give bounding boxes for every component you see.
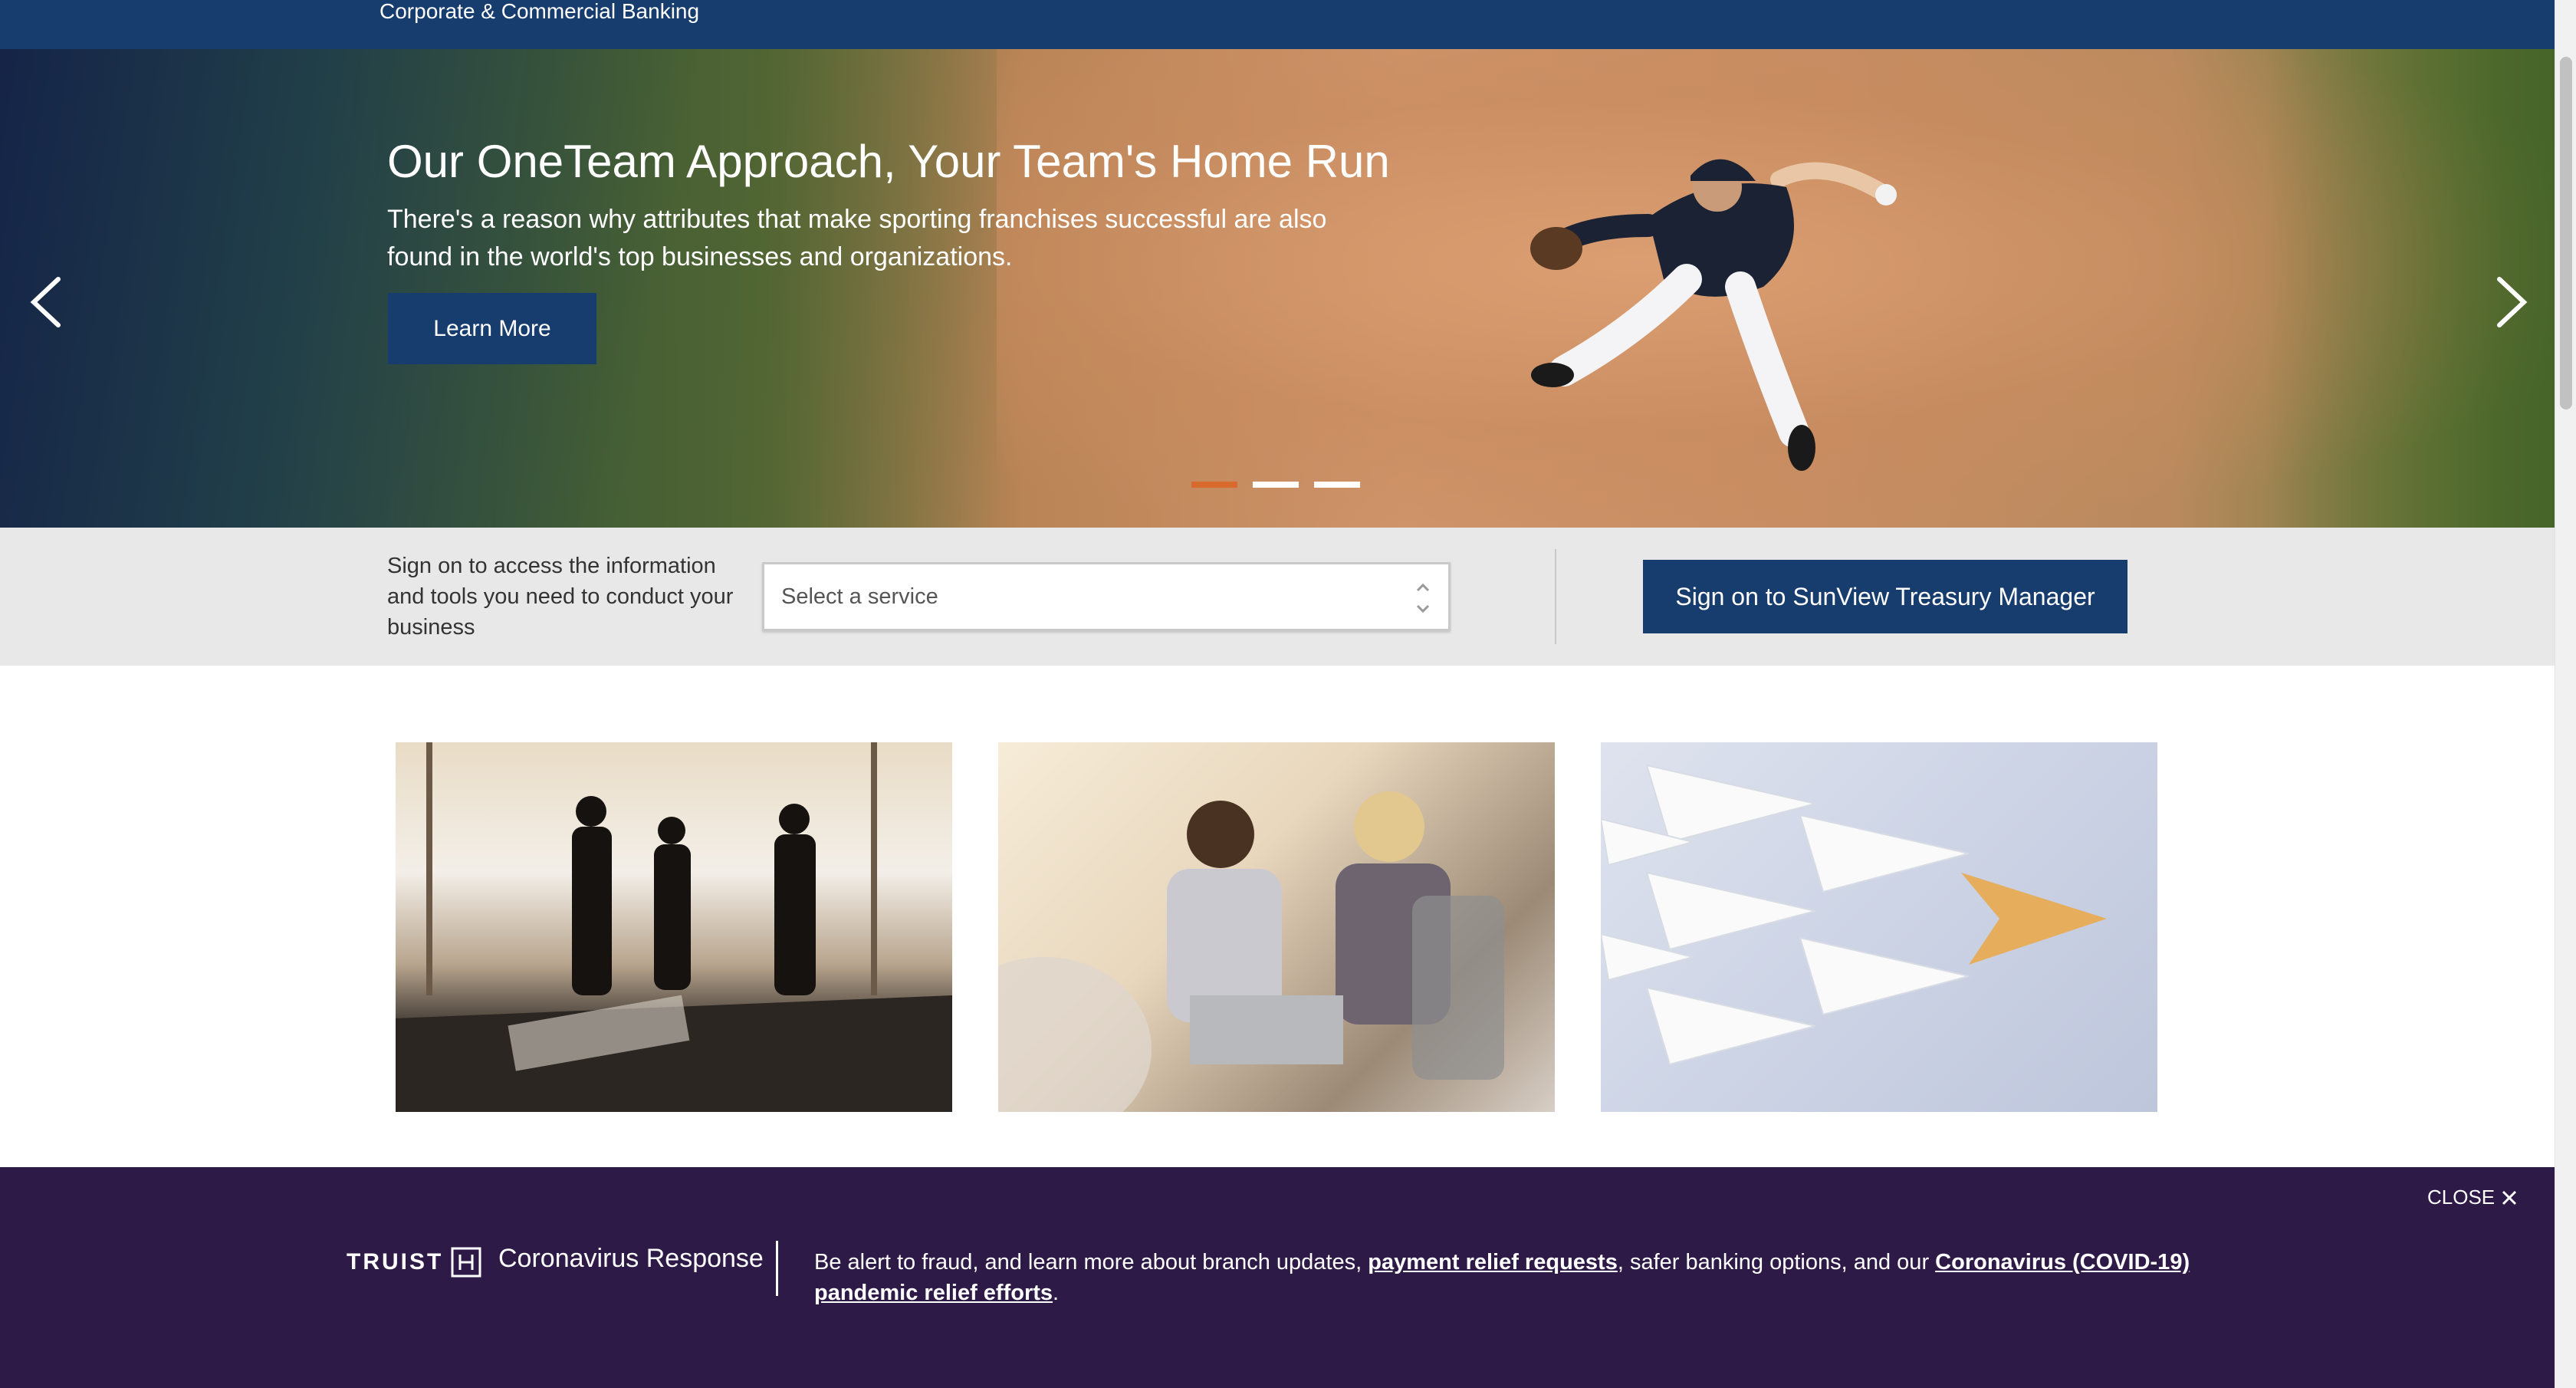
carousel-dot-2[interactable] (1253, 482, 1299, 488)
service-select-value: Select a service (781, 584, 938, 609)
scrollbar-thumb[interactable] (2560, 57, 2572, 409)
hero-carousel: Our OneTeam Approach, Your Team's Home R… (0, 49, 2555, 528)
carousel-dot-1[interactable] (1191, 482, 1237, 488)
baseball-pitcher-image (1530, 159, 1897, 471)
truist-wordmark: TRUIST (347, 1249, 444, 1275)
carousel-prev-arrow-icon[interactable] (21, 264, 67, 340)
banner-message-text-1: Be alert to fraud, and learn more about … (814, 1250, 1368, 1275)
banner-message: Be alert to fraud, and learn more about … (814, 1247, 2194, 1308)
banner-close-label: CLOSE (2427, 1186, 2496, 1209)
section-title[interactable]: Corporate & Commercial Banking (380, 0, 699, 23)
carousel-indicators (1191, 482, 1360, 488)
card-image-business-meeting[interactable] (396, 742, 952, 1112)
sign-on-prompt: Sign on to access the information and to… (387, 554, 734, 640)
card-image-paper-planes[interactable] (1601, 742, 2157, 1112)
top-bar: Corporate & Commercial Banking (0, 0, 2555, 49)
coronavirus-response-title: Coronavirus Response (498, 1244, 764, 1273)
banner-message-text-2: , safer banking options, and our (1617, 1250, 1936, 1275)
banner-divider (776, 1241, 778, 1296)
hero-headline: Our OneTeam Approach, Your Team's Home R… (387, 136, 1390, 187)
carousel-dot-3[interactable] (1314, 482, 1360, 488)
card-image-colleagues-laptop[interactable] (998, 742, 1555, 1112)
service-select[interactable]: Select a service (762, 562, 1451, 631)
banner-message-text-3: . (1053, 1281, 1060, 1305)
sunview-sign-on-button[interactable]: Sign on to SunView Treasury Manager (1643, 560, 2128, 633)
hero-background-grass-left (0, 49, 997, 528)
hero-subtext: There's a reason why attributes that mak… (387, 205, 1327, 271)
carousel-next-arrow-icon[interactable] (2490, 264, 2536, 340)
sign-on-bar: Sign on to access the information and to… (0, 528, 2555, 666)
learn-more-button[interactable]: Learn More (388, 293, 596, 364)
page-scrollbar[interactable] (2555, 0, 2576, 1388)
select-spinner-icon (1416, 583, 1430, 613)
colleagues-image (998, 791, 1504, 1112)
paper-planes-image (1601, 764, 2107, 1066)
payment-relief-link[interactable]: payment relief requests (1368, 1250, 1618, 1275)
silhouettes-image (396, 742, 952, 1112)
coronavirus-banner: CLOSE TRUIST Coronavirus Response Be ale… (0, 1167, 2555, 1388)
banner-close-button[interactable]: CLOSE (2427, 1186, 2518, 1209)
sign-on-divider (1555, 549, 1556, 644)
close-icon (2502, 1190, 2517, 1205)
truist-logo-icon (451, 1247, 481, 1278)
truist-logo: TRUIST (347, 1247, 481, 1278)
